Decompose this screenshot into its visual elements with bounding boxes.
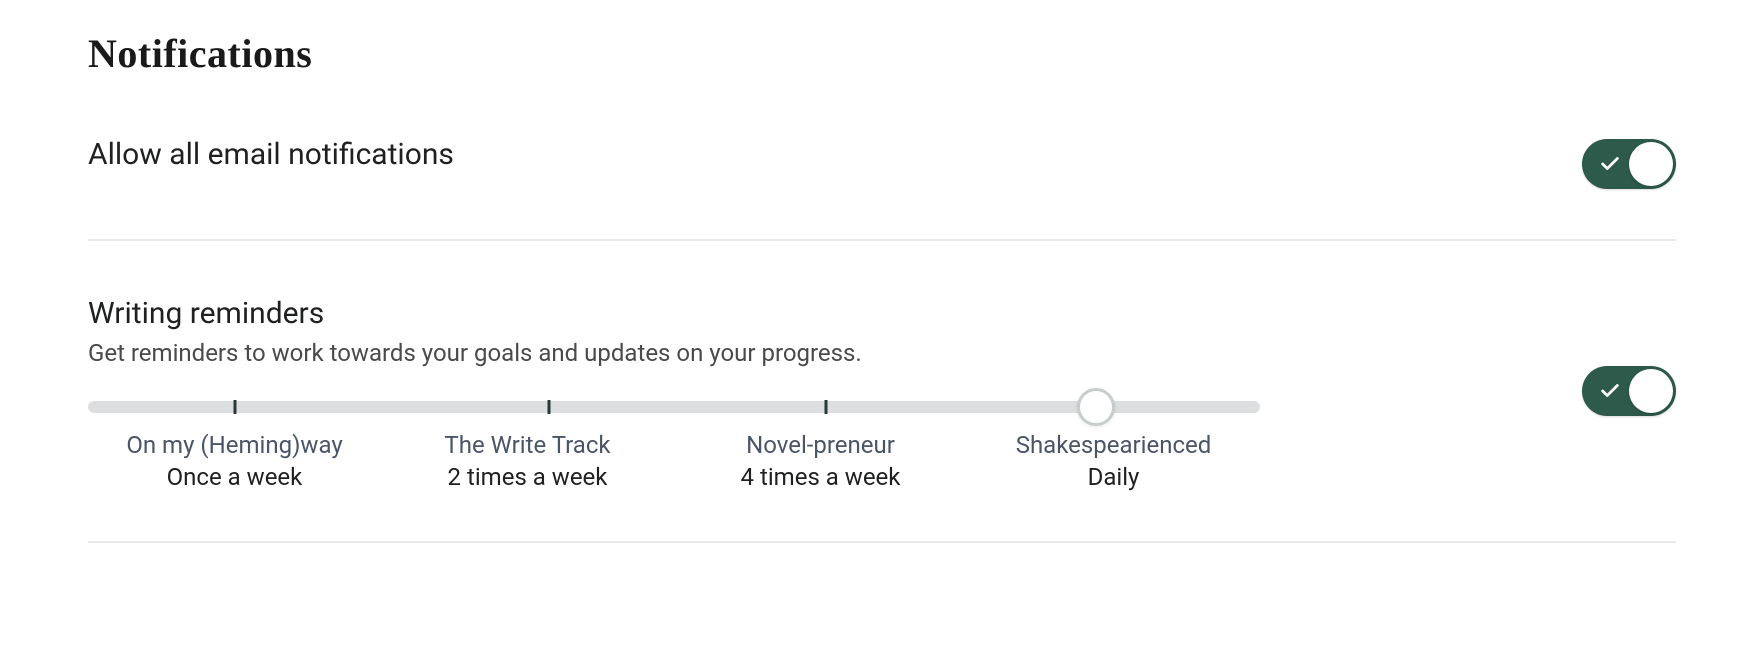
slider-option-title: Novel-preneur: [674, 431, 967, 459]
slider-option-0[interactable]: On my (Heming)way Once a week: [88, 431, 381, 491]
page-title: Notifications: [88, 30, 1676, 77]
slider-labels: On my (Heming)way Once a week The Write …: [88, 431, 1260, 491]
email-notifications-heading: Allow all email notifications: [88, 137, 1582, 172]
slider-tick: [233, 400, 236, 414]
slider-option-sub: Once a week: [88, 463, 381, 491]
toggle-knob: [1629, 369, 1673, 413]
slider-tick: [547, 400, 550, 414]
slider-option-title: The Write Track: [381, 431, 674, 459]
section-email-notifications: Allow all email notifications: [88, 137, 1676, 241]
slider-option-sub: 2 times a week: [381, 463, 674, 491]
slider-track: [88, 401, 1260, 413]
reminder-frequency-slider[interactable]: On my (Heming)way Once a week The Write …: [88, 401, 1260, 491]
writing-reminders-toggle[interactable]: [1582, 366, 1676, 416]
toggle-knob: [1629, 142, 1673, 186]
writing-reminders-heading: Writing reminders: [88, 296, 1582, 331]
slider-option-title: Shakespearienced: [967, 431, 1260, 459]
slider-option-title: On my (Heming)way: [88, 431, 381, 459]
slider-option-3[interactable]: Shakespearienced Daily: [967, 431, 1260, 491]
slider-thumb[interactable]: [1077, 388, 1115, 426]
slider-option-sub: 4 times a week: [674, 463, 967, 491]
slider-option-sub: Daily: [967, 463, 1260, 491]
slider-tick: [825, 400, 828, 414]
check-icon: [1599, 153, 1621, 175]
section-writing-reminders: Writing reminders Get reminders to work …: [88, 296, 1676, 543]
email-notifications-toggle[interactable]: [1582, 139, 1676, 189]
slider-option-1[interactable]: The Write Track 2 times a week: [381, 431, 674, 491]
check-icon: [1599, 380, 1621, 402]
slider-option-2[interactable]: Novel-preneur 4 times a week: [674, 431, 967, 491]
writing-reminders-description: Get reminders to work towards your goals…: [88, 337, 1582, 371]
